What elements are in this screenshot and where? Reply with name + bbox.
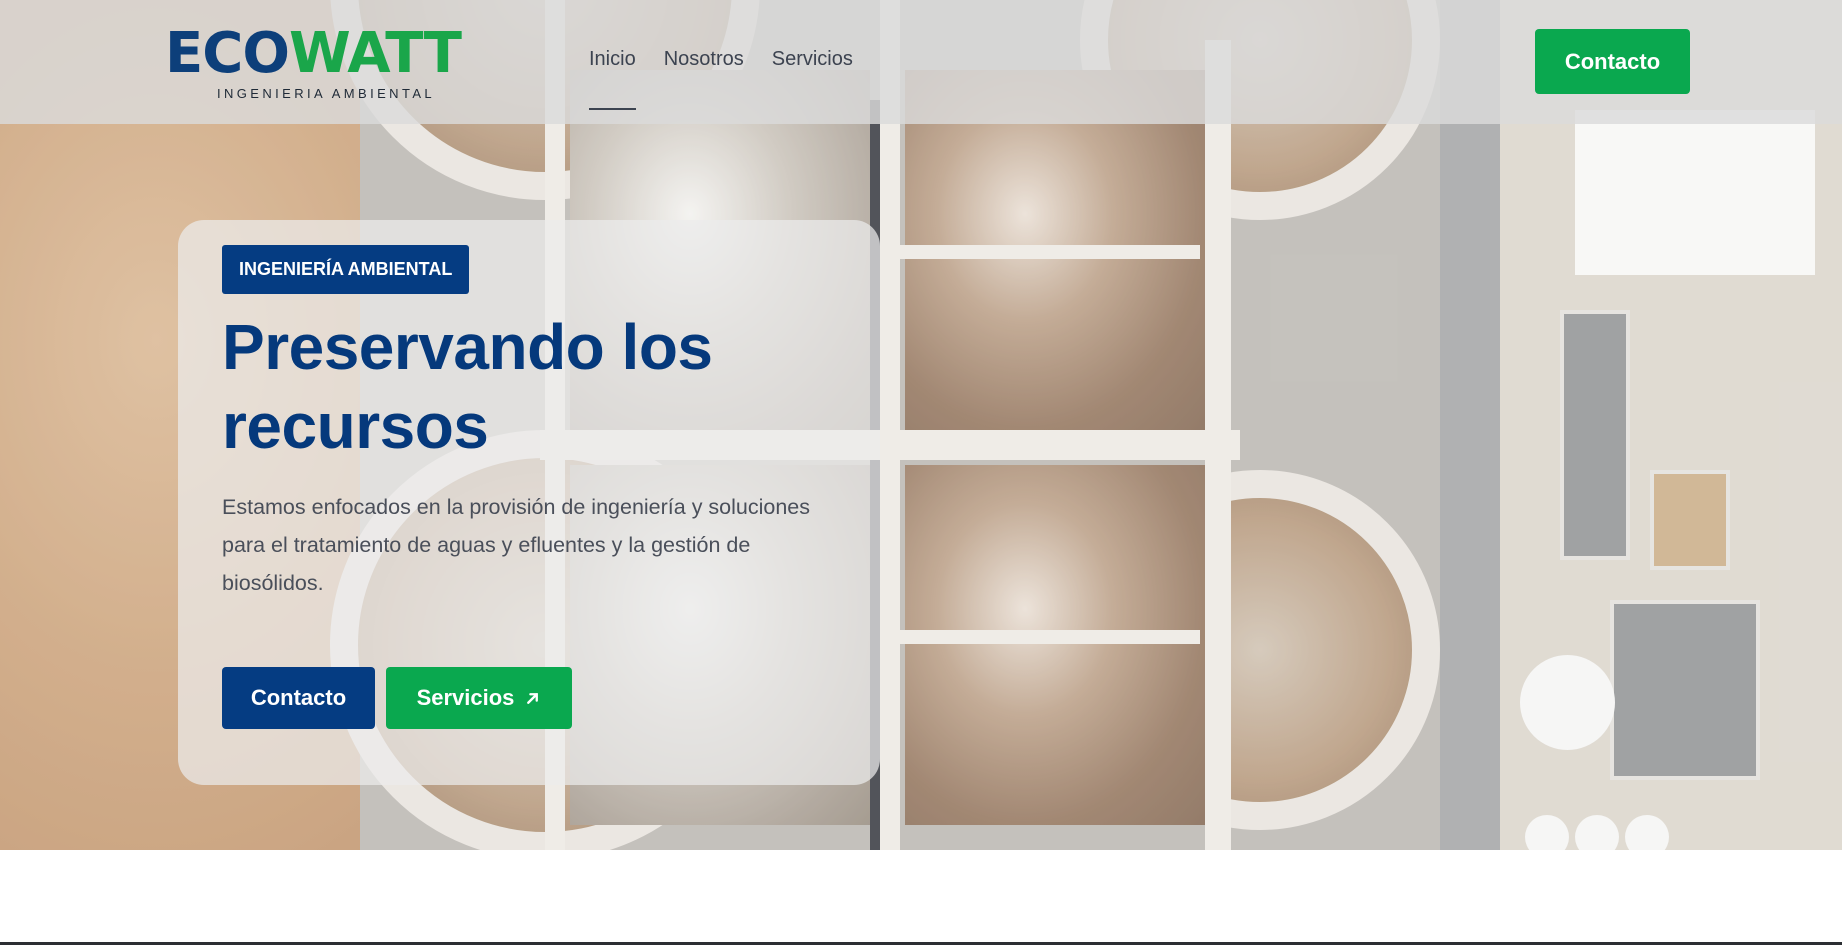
logo-word-eco: ECO: [165, 21, 290, 86]
main-nav: Inicio Nosotros Servicios: [589, 48, 853, 110]
hero-contact-button[interactable]: Contacto: [222, 667, 375, 729]
nav-item-inicio[interactable]: Inicio: [589, 48, 636, 110]
hero-services-button-label: Servicios: [416, 685, 515, 710]
hero-section: INGENIERÍA AMBIENTAL Preservando los rec…: [0, 0, 1842, 850]
hero-services-button[interactable]: Servicios: [386, 667, 572, 729]
logo-subtitle: INGENIERIA AMBIENTAL: [217, 86, 436, 101]
site-header: ECOWATT INGENIERIA AMBIENTAL Inicio Noso…: [0, 0, 1842, 124]
hero-title: Preservando los recursos: [222, 308, 862, 466]
ecowatt-logo[interactable]: ECOWATT INGENIERIA AMBIENTAL: [165, 26, 500, 102]
hero-title-line-2: recursos: [222, 390, 489, 462]
logo-wordmark: ECOWATT: [165, 26, 462, 82]
hero-contact-button-label: Contacto: [250, 685, 347, 710]
arrow-up-right-icon: [527, 692, 539, 704]
category-badge: INGENIERÍA AMBIENTAL: [222, 245, 470, 294]
nav-item-servicios[interactable]: Servicios: [772, 48, 853, 71]
hero-title-line-1: Preservando los: [222, 311, 713, 383]
logo-word-watt: WATT: [288, 21, 462, 86]
hero-description: Estamos enfocados en la provisión de ing…: [222, 495, 811, 595]
nav-item-nosotros[interactable]: Nosotros: [664, 48, 744, 71]
header-contact-button[interactable]: Contacto: [1535, 29, 1690, 94]
